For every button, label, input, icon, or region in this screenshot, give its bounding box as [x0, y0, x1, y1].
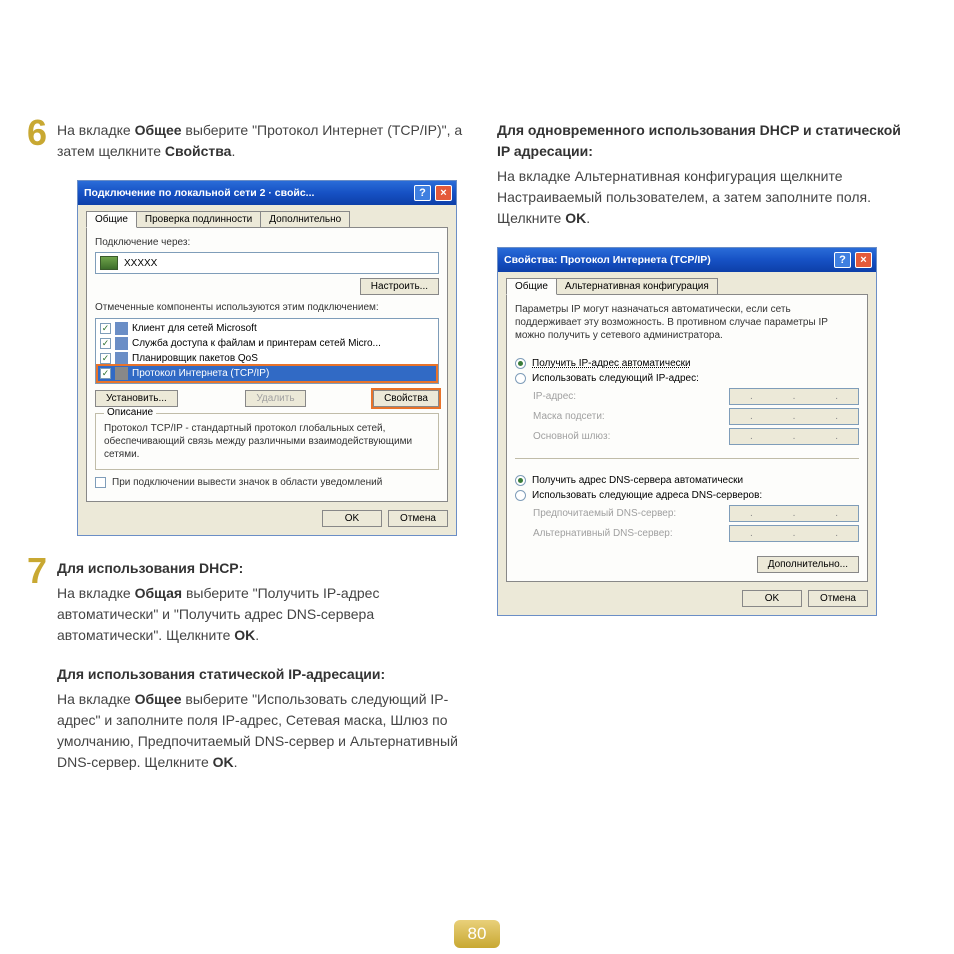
help-icon[interactable]: ? [414, 185, 431, 201]
notify-checkbox[interactable]: ✓ [95, 477, 106, 488]
tab-general[interactable]: Общие [86, 211, 137, 228]
checkbox-icon[interactable]: ✓ [100, 368, 111, 379]
radio-manual-dns[interactable] [515, 490, 526, 501]
cancel-button[interactable]: Отмена [808, 590, 868, 607]
close-icon[interactable]: × [855, 252, 872, 268]
install-button[interactable]: Установить... [95, 390, 178, 407]
tab-advanced[interactable]: Дополнительно [260, 211, 350, 228]
list-item[interactable]: ✓ Служба доступа к файлам и принтерам се… [98, 336, 436, 351]
tab-general[interactable]: Общие [506, 278, 557, 295]
both-heading: Для одновременного использования DHCP и … [497, 120, 909, 162]
configure-button[interactable]: Настроить... [360, 278, 439, 295]
tab-auth[interactable]: Проверка подлинности [136, 211, 261, 228]
nic-icon [100, 256, 118, 270]
static-heading: Для использования статической IP-адресац… [57, 664, 467, 685]
step-6-text: На вкладке Общее выберите "Протокол Инте… [57, 120, 467, 162]
components-label: Отмеченные компоненты используются этим … [95, 301, 439, 314]
tabs: Общие Альтернативная конфигурация [506, 278, 868, 295]
titlebar: Свойства: Протокол Интернета (TCP/IP) ? … [498, 248, 876, 272]
titlebar: Подключение по локальной сети 2 · свойс.… [78, 181, 456, 205]
close-icon[interactable]: × [435, 185, 452, 201]
radio-manual-ip-label: Использовать следующий IP-адрес: [532, 373, 699, 384]
dns2-label: Альтернативный DNS-сервер: [533, 528, 673, 539]
gateway-input[interactable]: ... [729, 428, 859, 445]
protocol-icon [115, 367, 128, 380]
intro-text: Параметры IP могут назначаться автоматич… [515, 303, 859, 342]
list-item[interactable]: ✓ Планировщик пакетов QoS [98, 351, 436, 366]
left-column: 6 На вкладке Общее выберите "Протокол Ин… [55, 120, 467, 791]
radio-auto-dns-label: Получить адрес DNS-сервера автоматически [532, 475, 743, 486]
dhcp-heading: Для использования DHCP: [57, 558, 467, 579]
static-text: На вкладке Общее выберите "Использовать … [57, 689, 467, 773]
radio-auto-dns[interactable] [515, 475, 526, 486]
tabs: Общие Проверка подлинности Дополнительно [86, 211, 448, 228]
dhcp-text: На вкладке Общая выберите "Получить IP-а… [57, 583, 467, 646]
components-list[interactable]: ✓ Клиент для сетей Microsoft ✓ Служба до… [95, 318, 439, 384]
remove-button[interactable]: Удалить [245, 390, 305, 407]
checkbox-icon[interactable]: ✓ [100, 323, 111, 334]
both-text: На вкладке Альтернативная конфигурация щ… [497, 166, 909, 229]
radio-manual-dns-label: Использовать следующие адреса DNS-сервер… [532, 490, 762, 501]
description-body: Протокол TCP/IP - стандартный протокол г… [104, 422, 430, 461]
service-icon [115, 337, 128, 350]
dns1-label: Предпочитаемый DNS-сервер: [533, 508, 676, 519]
connect-via-label: Подключение через: [95, 236, 439, 249]
ip-input[interactable]: ... [729, 388, 859, 405]
properties-button[interactable]: Свойства [373, 390, 439, 407]
page-number-badge: 80 [454, 920, 500, 948]
ok-button[interactable]: OK [322, 510, 382, 527]
checkbox-icon[interactable]: ✓ [100, 353, 111, 364]
client-icon [115, 322, 128, 335]
gateway-label: Основной шлюз: [533, 431, 610, 442]
dialog-title: Свойства: Протокол Интернета (TCP/IP) [504, 254, 830, 266]
dialog-title: Подключение по локальной сети 2 · свойс.… [84, 187, 410, 199]
list-item-tcpip[interactable]: ✓ Протокол Интернета (TCP/IP) [98, 366, 436, 381]
help-icon[interactable]: ? [834, 252, 851, 268]
dns1-input[interactable]: ... [729, 505, 859, 522]
cancel-button[interactable]: Отмена [388, 510, 448, 527]
radio-auto-ip[interactable] [515, 358, 526, 369]
dns2-input[interactable]: ... [729, 525, 859, 542]
step-7-number: 7 [27, 550, 47, 592]
radio-manual-ip[interactable] [515, 373, 526, 384]
description-title: Описание [104, 407, 156, 418]
ok-button[interactable]: OK [742, 590, 802, 607]
adapter-name: XXXXX [124, 258, 157, 269]
step-6-number: 6 [27, 112, 47, 154]
notify-label: При подключении вывести значок в области… [112, 476, 382, 489]
description-box: Описание Протокол TCP/IP - стандартный п… [95, 413, 439, 470]
mask-input[interactable]: ... [729, 408, 859, 425]
ip-label: IP-адрес: [533, 391, 576, 402]
lan-properties-dialog: Подключение по локальной сети 2 · свойс.… [77, 180, 457, 536]
qos-icon [115, 352, 128, 365]
checkbox-icon[interactable]: ✓ [100, 338, 111, 349]
radio-auto-ip-label: Получить IP-адрес автоматически [532, 358, 691, 369]
right-column: Для одновременного использования DHCP и … [497, 120, 909, 791]
list-item[interactable]: ✓ Клиент для сетей Microsoft [98, 321, 436, 336]
advanced-button[interactable]: Дополнительно... [757, 556, 859, 573]
tab-altconfig[interactable]: Альтернативная конфигурация [556, 278, 718, 295]
tcpip-properties-dialog: Свойства: Протокол Интернета (TCP/IP) ? … [497, 247, 877, 616]
mask-label: Маска подсети: [533, 411, 605, 422]
